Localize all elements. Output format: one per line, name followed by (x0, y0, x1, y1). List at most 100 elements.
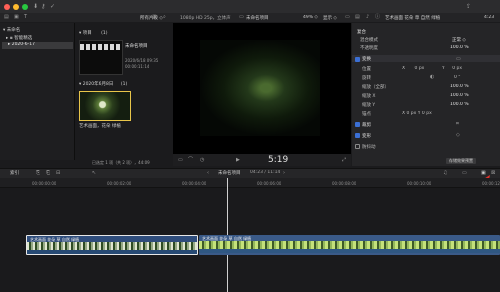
viewer-speed-icon[interactable]: ⌒ (188, 157, 193, 163)
titles-icon[interactable]: T (24, 14, 27, 20)
project-thumbnail[interactable] (79, 40, 123, 75)
select-tool-icon[interactable]: ↖ (92, 170, 96, 176)
library-label: 未命名 (6, 28, 21, 33)
import-media-icon[interactable]: ⬇ (33, 4, 38, 10)
index-button[interactable]: 索引 (10, 170, 19, 176)
section-compositing: 复合 (357, 30, 366, 35)
info-icon[interactable]: ⓘ (375, 14, 380, 20)
key-icon[interactable]: ⚷ (41, 4, 45, 10)
anchor-values[interactable]: X 0 px Y 0 px (402, 111, 432, 116)
rotation-value[interactable]: 0 ° (454, 75, 461, 80)
anchor-label: 锚点 (362, 112, 371, 117)
project-duration: 00:00:11:14 (125, 64, 150, 69)
scale-all-label: 缩放（全部） (362, 85, 389, 90)
headphones-icon[interactable]: ♫ (443, 170, 447, 176)
selection-status: 已选定 1 项（共 2 项），44:09 (92, 160, 150, 165)
inspector-duration: 4:23 (484, 15, 495, 20)
inspector-clip-name: 艺术画面 花朵 草 自然 绿植 (385, 16, 441, 21)
clip-audio-wave (199, 249, 500, 253)
ruler-tick-label: 00:00:02:00 (107, 181, 132, 186)
timeline-project-name: 未命名项目 (218, 171, 241, 176)
timeline-clip-selected[interactable]: 艺术画面 花朵 草 自然 绿植 (26, 235, 198, 255)
libraries-icon[interactable]: ▤ (4, 14, 9, 20)
play-icon[interactable]: ▶ (236, 157, 240, 163)
clip-filmstrip (27, 242, 197, 250)
film-icon: ▭ (239, 14, 244, 20)
crop-checkbox[interactable] (355, 122, 360, 127)
position-label: 位置 (362, 67, 371, 72)
scale-y-value[interactable]: 100.0 % (450, 102, 469, 107)
fullscreen-icon[interactable]: ⤢ (342, 157, 346, 163)
folder-icon: ▪ (9, 36, 13, 41)
ruler-tick-label: 00:00:08:00 (332, 181, 357, 186)
stabilization-checkbox[interactable] (355, 144, 360, 149)
clip-view-icon[interactable]: ▦ (152, 14, 157, 20)
blend-mode-label: 混合模式 (360, 38, 378, 43)
scale-x-label: 缩放 X (362, 94, 376, 99)
project-date: 2020/6/18 09:35 (125, 58, 159, 63)
video-frame (200, 40, 320, 136)
group-header-projects[interactable]: ▾ 项目 (1) (79, 30, 108, 36)
section-stabilization: 防抖动 (362, 145, 376, 150)
inspector-filter-icon[interactable]: ▤ (355, 14, 360, 20)
scale-y-label: 缩放 Y (362, 103, 376, 108)
app-window: ⬇ ⚷ ✓ ⇪ ▤ ▣ T 所有片段 ◇ ▦ ⌕ 1080p HD 25p，立体… (0, 0, 500, 292)
opacity-label: 不透明度 (360, 46, 378, 51)
rotation-label: 旋转 (362, 76, 371, 81)
scale-all-value[interactable]: 100.0 % (450, 84, 469, 89)
save-preset-button[interactable]: 存储效果预置 (446, 158, 476, 164)
sidebar-item-smart-collections[interactable]: ▸ ▪ 智能精选 (6, 35, 32, 41)
crop-icon[interactable]: ⌗ (456, 121, 459, 127)
append-clip-icon[interactable]: ⊟ (56, 170, 60, 176)
checkmark-icon[interactable]: ✓ (50, 4, 55, 10)
transform-checkbox[interactable] (355, 57, 360, 62)
timeline-clip[interactable]: 艺术画面 花朵 草 自然 绿植 (199, 235, 500, 255)
ruler-tick-label: 00:00:04:00 (182, 181, 207, 186)
timeline-duration: 04:23 / 11:14 (250, 170, 281, 175)
library-item[interactable]: ▾ 未命名 (3, 27, 20, 33)
share-icon[interactable]: ⇪ (466, 4, 471, 10)
scale-x-value[interactable]: 100.0 % (450, 93, 469, 98)
viewer-options-icon[interactable]: ▭ (345, 14, 350, 20)
transform-section-bg (352, 55, 500, 62)
rotation-dial-icon[interactable]: ◐ (430, 74, 434, 80)
position-y[interactable]: Y 0 px (442, 66, 462, 71)
project-name: 未命名项目 (125, 44, 148, 49)
clip-name: 艺术画面，花朵 绿植 (79, 124, 121, 129)
viewer-format-label: 1080p HD 25p，立体声 (180, 16, 231, 21)
opacity-value[interactable]: 100.0 % (450, 45, 469, 50)
photos-icon[interactable]: ▣ (14, 14, 19, 20)
clip-filmstrip (199, 241, 500, 249)
zoom-level-dropdown[interactable]: 49% ◇ (303, 15, 318, 20)
close-window-button[interactable] (4, 4, 10, 10)
ruler-tick-label: 00:00:12:00 (482, 181, 500, 186)
connect-clip-icon[interactable]: ⎘ (36, 170, 40, 176)
distort-icon[interactable]: ◇ (456, 132, 460, 138)
clip-thumbnail[interactable] (79, 91, 131, 121)
distort-checkbox[interactable] (355, 133, 360, 138)
transform-onscreen-icon[interactable]: ▭ (456, 56, 461, 62)
ruler-tick-label: 00:00:00:00 (32, 181, 57, 186)
forward-arrow-icon[interactable]: › (283, 170, 285, 176)
section-transform: 变换 (362, 57, 371, 62)
back-arrow-icon[interactable]: ‹ (207, 170, 209, 176)
view-dropdown[interactable]: 显示 ◇ (323, 15, 337, 21)
ruler-tick-label: 00:00:10:00 (407, 181, 432, 186)
position-x[interactable]: X 0 px (402, 66, 424, 71)
audio-inspector-icon[interactable]: ♪ (366, 14, 369, 20)
group-header-date[interactable]: ▾ 2020年6月8日 (1) (79, 81, 127, 87)
viewer-transform-icon[interactable]: ▭ (178, 157, 183, 163)
filmstrip-graphic (80, 44, 122, 50)
section-crop: 裁剪 (362, 123, 371, 128)
blend-mode-value[interactable]: 正常 ◇ (452, 37, 466, 43)
insert-clip-icon[interactable]: ⎗ (46, 170, 50, 176)
viewer-project-name: 未命名项目 (246, 16, 269, 21)
sidebar-item-event[interactable]: ▸ 2020-6-17 (2, 42, 73, 49)
viewer-playback-icon[interactable]: ◷ (200, 157, 204, 163)
section-distort: 变形 (362, 134, 371, 139)
browser-search-icon[interactable]: ⌕ (163, 14, 166, 20)
minimize-window-button[interactable] (13, 4, 19, 10)
timecode-display: 5:19 (268, 155, 289, 165)
zoom-window-button[interactable] (22, 4, 28, 10)
clip-audio-wave (27, 250, 197, 254)
